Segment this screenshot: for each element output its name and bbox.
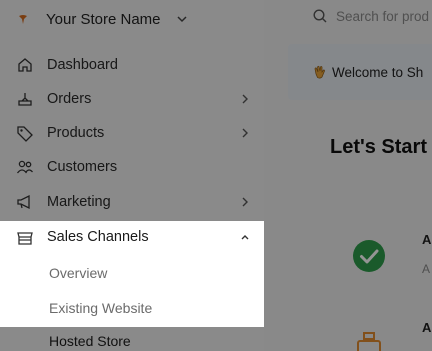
sidebar-item-orders[interactable]: Orders: [0, 82, 264, 116]
store-switcher[interactable]: Your Store Name: [14, 6, 189, 32]
chevron-right-icon: [242, 94, 248, 104]
step-title: A: [422, 320, 432, 335]
check-circle-icon: [353, 240, 385, 272]
sidebar-item-label: Customers: [47, 159, 118, 175]
sidebar-subitem-overview[interactable]: Overview: [49, 265, 107, 281]
sidebar-item-products[interactable]: Products: [0, 116, 264, 150]
main-content: Search for prod Welcome to Sh Let's Star…: [264, 0, 432, 351]
chevron-up-icon: [241, 235, 249, 240]
megaphone-icon: [17, 194, 30, 210]
sidebar-item-customers[interactable]: Customers: [0, 150, 264, 184]
orders-icon: [18, 93, 32, 106]
chevron-down-icon: [176, 16, 187, 23]
waving-hand-icon: [314, 65, 325, 79]
home-icon: [18, 58, 32, 72]
sidebar-item-label: Dashboard: [47, 57, 118, 73]
search-icon: [313, 9, 327, 23]
sidebar-subitem-existing-website[interactable]: Existing Website: [49, 300, 152, 316]
sales-channels-section: Sales Channels Overview Existing Website: [0, 221, 264, 327]
page-heading: Let's Start: [330, 136, 428, 158]
store-logo-icon: [14, 10, 32, 28]
chevron-right-icon: [242, 197, 248, 207]
sidebar-item-label: Orders: [47, 91, 92, 107]
chevron-right-icon: [242, 128, 248, 138]
sidebar-item-label: Products: [47, 125, 105, 141]
welcome-banner: Welcome to Sh: [288, 44, 432, 100]
cash-register-icon: [357, 332, 381, 351]
sidebar-item-sales-channels[interactable]: Sales Channels: [0, 221, 264, 255]
welcome-text: Welcome to Sh: [332, 64, 424, 80]
search-input[interactable]: Search for prod: [336, 9, 429, 24]
sidebar-subitem-hosted-store[interactable]: Hosted Store: [49, 333, 131, 349]
sidebar-item-label: Marketing: [47, 194, 111, 210]
customers-icon: [16, 160, 33, 174]
sidebar-item-dashboard[interactable]: Dashboard: [0, 48, 264, 82]
store-name: Your Store Name: [46, 10, 161, 28]
sidebar-item-marketing[interactable]: Marketing: [0, 185, 264, 219]
sidebar-item-label: Sales Channels: [47, 229, 149, 245]
step-subtitle: A: [422, 262, 431, 276]
storefront-icon: [17, 232, 33, 245]
step-title: A: [422, 232, 432, 247]
tag-icon: [17, 126, 33, 142]
search-bar[interactable]: Search for prod: [312, 6, 429, 26]
